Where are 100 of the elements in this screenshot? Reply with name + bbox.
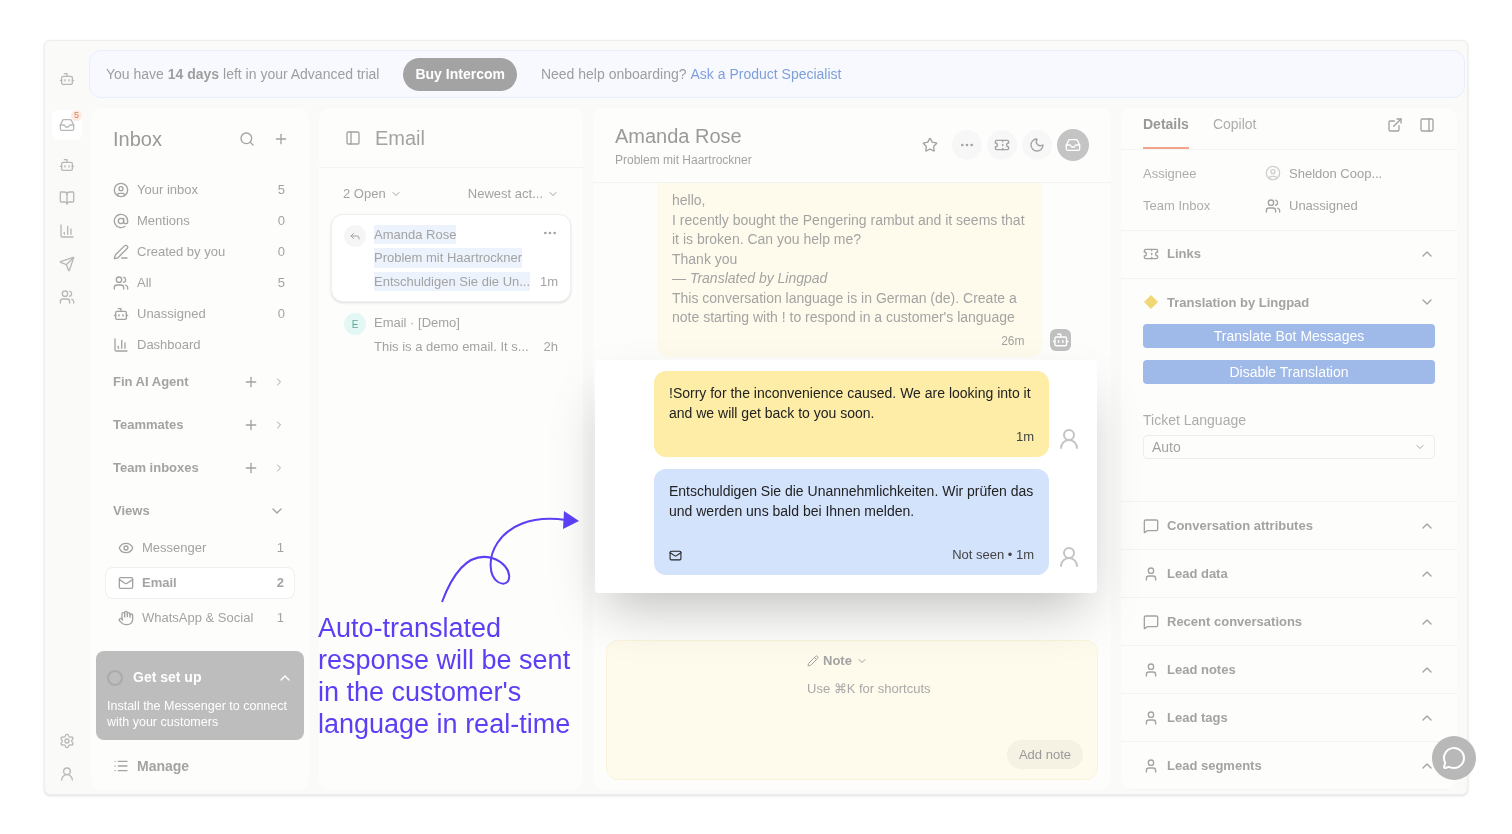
eye-icon bbox=[118, 540, 134, 556]
nav-label: Your inbox bbox=[137, 180, 199, 199]
conversation-item[interactable]: Amanda Rose Problem mit Haartrockner Entschuldigen Sie die Un... 1m bbox=[331, 213, 571, 302]
people-icon bbox=[1265, 197, 1281, 214]
section-heading[interactable]: Recent conversations bbox=[1167, 611, 1303, 632]
item-count: 1 bbox=[276, 609, 284, 628]
section-heading[interactable]: Lead notes bbox=[1167, 659, 1236, 680]
nav-label: Created by you bbox=[137, 242, 227, 261]
composer-mode-dropdown[interactable]: Note bbox=[807, 651, 868, 671]
moon-icon bbox=[1029, 137, 1045, 153]
section-heading[interactable]: Teammates bbox=[113, 414, 243, 435]
message-preview: This is a demo email. It s... bbox=[374, 337, 529, 356]
view-item[interactable]: Messenger 1 bbox=[105, 532, 295, 564]
item-count: 2 bbox=[276, 574, 284, 593]
bar-chart-icon bbox=[113, 336, 129, 353]
inbox-nav-item[interactable]: Your inbox 5 bbox=[105, 174, 295, 205]
settings-icon[interactable] bbox=[59, 733, 75, 749]
help-text: Need help onboarding? bbox=[540, 64, 687, 84]
section-heading[interactable]: Lead tags bbox=[1167, 707, 1228, 728]
view-item[interactable]: Email 2 bbox=[105, 567, 295, 599]
robot-face-icon bbox=[1049, 329, 1071, 351]
section-heading[interactable]: Team inboxes bbox=[113, 457, 243, 478]
conversation-subject: Problem mit Haartrockner bbox=[374, 248, 523, 268]
star-icon[interactable] bbox=[922, 137, 938, 153]
contact-name: Email · [Demo] bbox=[374, 314, 460, 332]
inbox-nav-item[interactable]: Dashboard bbox=[105, 329, 295, 360]
composer-input[interactable]: Use ⌘K for shortcuts bbox=[807, 678, 1083, 698]
translation-button[interactable]: Disable Translation bbox=[1143, 360, 1435, 384]
section-heading[interactable]: Fin AI Agent bbox=[113, 371, 243, 392]
inbox-nav-item[interactable]: Created by you 0 bbox=[105, 236, 295, 267]
inbox-nav-item[interactable]: Unassigned 0 bbox=[105, 298, 295, 329]
envelope-icon bbox=[669, 548, 682, 562]
open-external-icon[interactable] bbox=[1387, 116, 1403, 133]
ticket-icon bbox=[1143, 246, 1159, 262]
contact-name: Amanda Rose bbox=[615, 124, 743, 149]
conversation-item[interactable]: E Email · [Demo] This is a demo email. It s... 2h bbox=[331, 302, 571, 367]
card-text: Install the Messenger to connect with your customers bbox=[107, 698, 288, 730]
section-heading[interactable]: Conversation attributes bbox=[1167, 515, 1313, 536]
send-icon[interactable] bbox=[59, 256, 75, 272]
message-text: !Sorry for the inconvenience caused. We are looking into it and we will get back to you soon. bbox=[669, 384, 1032, 423]
view-item[interactable]: WhatsApp & Social 1 bbox=[105, 602, 295, 634]
message-time: 1m bbox=[1015, 428, 1034, 446]
status-filter[interactable]: 2 Open bbox=[343, 184, 402, 204]
logo-icon bbox=[59, 71, 75, 87]
add-icon[interactable] bbox=[273, 131, 289, 147]
message-text: hello, I recently bought the Pengering rambut and it seems that it is broken. Can you help me? Thank you — Translated by Lingpad This conversation language is in German (de). Create a note starting with ! to respond in a customer's language bbox=[672, 191, 1026, 327]
conversation-time: 1m bbox=[539, 272, 558, 291]
robot-face-icon[interactable] bbox=[59, 157, 75, 173]
pencil-icon bbox=[807, 654, 819, 667]
section-heading[interactable]: Translation by Lingpad bbox=[1167, 292, 1310, 312]
inbox-tray-icon bbox=[1065, 137, 1081, 153]
section-heading[interactable]: Views bbox=[113, 500, 269, 521]
more-button[interactable] bbox=[952, 130, 982, 160]
user-circle-icon bbox=[113, 181, 129, 198]
profile-avatar-icon[interactable] bbox=[59, 766, 75, 782]
language-select[interactable]: Auto bbox=[1143, 435, 1435, 459]
nav-label: Mentions bbox=[137, 211, 191, 230]
section-heading[interactable]: Links bbox=[1167, 244, 1201, 264]
nav-label: All bbox=[137, 273, 153, 292]
conversation-time: 2h bbox=[543, 337, 558, 356]
section-heading[interactable]: Lead segments bbox=[1167, 755, 1262, 776]
manage-button[interactable]: Manage bbox=[105, 746, 295, 786]
pen-icon bbox=[113, 243, 129, 260]
panel-toggle-icon[interactable] bbox=[1419, 116, 1435, 133]
details-tab[interactable]: Details bbox=[1143, 113, 1189, 149]
person-icon bbox=[1143, 709, 1159, 726]
inbox-rail-button[interactable]: 5 bbox=[52, 110, 82, 140]
chat-bubble-icon bbox=[1143, 613, 1159, 630]
envelope-icon bbox=[118, 575, 134, 591]
snooze-button[interactable] bbox=[1022, 130, 1052, 160]
message-preview: Entschuldigen Sie die Un... bbox=[374, 271, 531, 291]
trial-text: You have 14 days left in your Advanced trial bbox=[106, 64, 380, 84]
sort-dropdown[interactable]: Newest act... bbox=[467, 184, 559, 204]
annotation-text: Auto-translated response will be sent in the customer's language in real-time bbox=[318, 612, 572, 740]
nav-label: Dashboard bbox=[137, 335, 202, 354]
add-note-button[interactable]: Add note bbox=[1006, 739, 1083, 769]
inbox-nav-item[interactable]: All 5 bbox=[105, 267, 295, 298]
ticket-button[interactable] bbox=[987, 130, 1017, 160]
field-value[interactable]: Sheldon Coop... bbox=[1289, 163, 1383, 183]
close-conversation-button[interactable] bbox=[1057, 129, 1089, 161]
book-icon[interactable] bbox=[59, 190, 75, 206]
item-count: 0 bbox=[277, 304, 285, 323]
at-sign-icon bbox=[113, 212, 129, 229]
robot-face-icon bbox=[113, 305, 129, 322]
field-label: Team Inbox bbox=[1143, 197, 1212, 215]
panel-toggle-icon[interactable] bbox=[345, 129, 361, 146]
translation-button[interactable]: Translate Bot Messages bbox=[1143, 324, 1435, 348]
bar-chart-icon[interactable] bbox=[59, 223, 75, 239]
people-icon[interactable] bbox=[59, 289, 75, 305]
item-count: 5 bbox=[277, 180, 285, 199]
details-tab[interactable]: Copilot bbox=[1212, 113, 1257, 149]
item-count: 0 bbox=[277, 242, 285, 261]
search-icon[interactable] bbox=[239, 131, 255, 147]
field-value[interactable]: Unassigned bbox=[1289, 196, 1358, 216]
reply-icon bbox=[344, 224, 366, 247]
specialist-link[interactable]: Ask a Product Specialist bbox=[690, 63, 842, 85]
inbox-nav-item[interactable]: Mentions 0 bbox=[105, 205, 295, 236]
chat-bubble-icon bbox=[1143, 517, 1159, 534]
buy-button[interactable]: Buy Intercom bbox=[403, 57, 517, 91]
section-heading[interactable]: Lead data bbox=[1167, 563, 1228, 584]
